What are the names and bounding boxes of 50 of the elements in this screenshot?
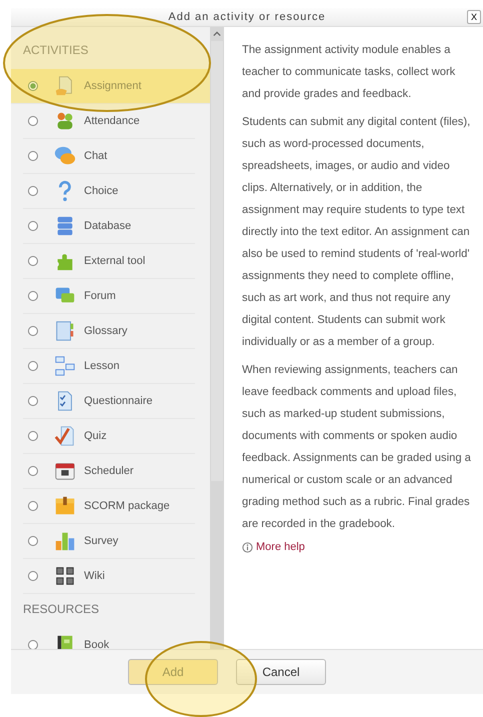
module-option[interactable]: Survey xyxy=(23,524,195,559)
section-heading: ACTIVITIES xyxy=(23,42,90,59)
module-option[interactable]: Wiki xyxy=(23,559,195,594)
radio-button[interactable] xyxy=(28,256,38,266)
description-paragraph: The assignment activity module enables a teacher to communicate tasks, collect work and provide grades and feedback. xyxy=(242,43,456,102)
info-icon xyxy=(242,542,253,552)
radio-button[interactable] xyxy=(28,431,38,441)
module-option[interactable]: Forum xyxy=(23,279,195,314)
close-button[interactable]: X xyxy=(466,10,481,24)
radio-button[interactable] xyxy=(28,116,38,126)
radio-button[interactable] xyxy=(28,501,38,511)
section-heading: RESOURCES xyxy=(23,601,100,618)
description-paragraph: When reviewing assignments, teachers can leave feedback comments and upload files, such as marked-up student submissions, documents with comments or spoken audio feedback. Assignments can be graded using a numerical or custom scale or an advanced grading method such as a rubric. Final grades are recorded in the gradebook. xyxy=(242,363,472,532)
module-option[interactable]: Choice xyxy=(23,174,195,209)
radio-button[interactable] xyxy=(28,396,38,406)
module-option[interactable]: External tool xyxy=(23,244,195,279)
description-paragraph: Students can submit any digital content (files), such as word-processed documents, spreadsheets, images, or audio and video clips. Alternatively, or in addition, the assignment may require students to type text directly into the text editor. An assignment can also be used to remind students of 'real-world' assignments they need to complete offline, such as art work, and thus not require any digital content. Students can submit work individually or as a member of a group. xyxy=(242,115,472,350)
radio-button[interactable] xyxy=(28,186,38,196)
radio-button[interactable] xyxy=(28,571,38,581)
scrollbar[interactable] xyxy=(210,27,224,649)
module-option[interactable]: Glossary xyxy=(23,314,195,349)
radio-button[interactable] xyxy=(28,326,38,336)
flowchart-icon xyxy=(54,355,76,377)
glossary-book-icon xyxy=(54,320,76,342)
module-option[interactable]: Chat xyxy=(23,139,195,174)
module-option[interactable]: Scheduler xyxy=(23,454,195,489)
scroll-up-icon[interactable] xyxy=(213,31,221,37)
radio-button[interactable] xyxy=(28,151,38,161)
radio-button[interactable] xyxy=(28,221,38,231)
radio-button[interactable] xyxy=(28,536,38,546)
calendar-icon xyxy=(54,460,76,482)
checkmark-page-icon xyxy=(54,425,76,447)
module-option[interactable]: Database xyxy=(23,209,195,244)
box-icon xyxy=(54,495,76,517)
module-option[interactable]: SCORM package xyxy=(23,489,195,524)
module-option[interactable]: Lesson xyxy=(23,349,195,384)
cancel-button[interactable]: Cancel xyxy=(236,659,326,685)
module-option[interactable]: Quiz xyxy=(23,419,195,454)
radio-button[interactable] xyxy=(28,466,38,476)
radio-button[interactable] xyxy=(28,81,38,91)
radio-button[interactable] xyxy=(28,361,38,371)
more-help-link[interactable]: More help xyxy=(242,541,477,553)
dialog-title: Add an activity or resource xyxy=(168,11,326,23)
speech-bubbles-icon xyxy=(54,145,76,167)
bar-graph-icon xyxy=(54,530,76,552)
radio-button[interactable] xyxy=(28,291,38,301)
radio-button[interactable] xyxy=(28,640,38,649)
scroll-thumb[interactable] xyxy=(211,41,223,481)
module-option[interactable]: Questionnaire xyxy=(23,384,195,419)
module-option[interactable]: Attendance xyxy=(23,104,195,139)
